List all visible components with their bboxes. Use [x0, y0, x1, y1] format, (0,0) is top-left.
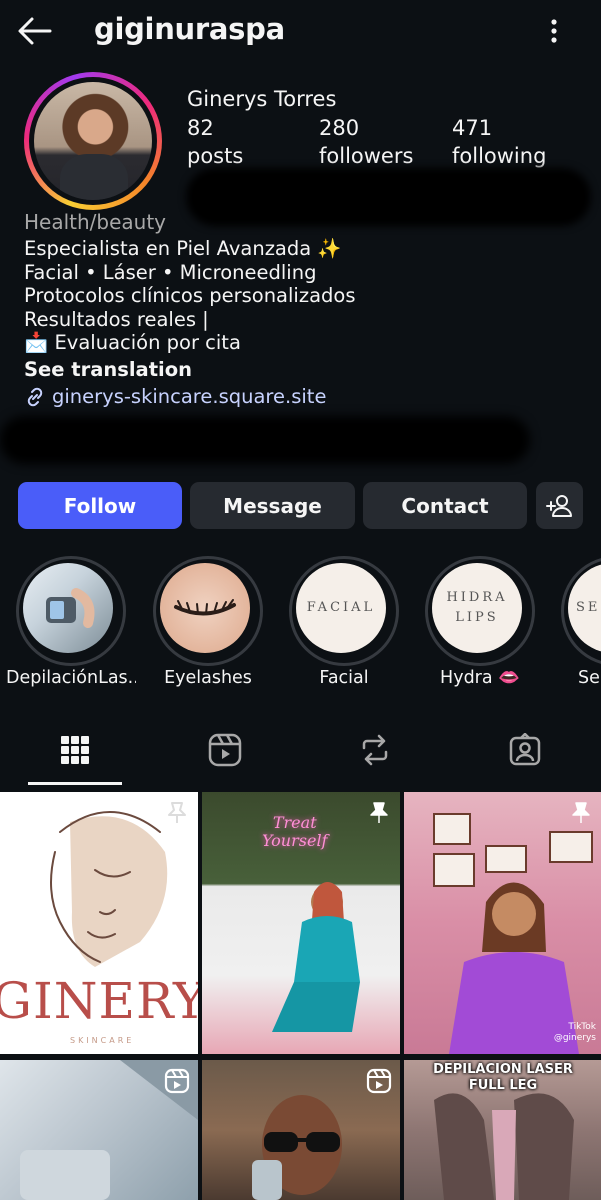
reel-icon: [366, 1068, 392, 1094]
pinned-icon: [370, 802, 388, 823]
stat-followers-label: followers: [319, 144, 414, 168]
stat-followers[interactable]: 280 followers: [319, 114, 413, 170]
bio-line: Protocolos clínicos personalizados: [24, 284, 356, 307]
overlay-line: DEPILACION LASER: [433, 1062, 573, 1077]
highlight-label: DepilaciónLas...: [6, 668, 136, 688]
tiktok-watermark: TikTok @ginerys: [554, 1022, 596, 1044]
tab-tagged[interactable]: [495, 722, 555, 778]
post-thumbnail[interactable]: Treat Yourself: [202, 792, 400, 1054]
suggested-accounts-button[interactable]: [536, 482, 583, 529]
top-bar: giginuraspa: [0, 0, 601, 62]
stat-following[interactable]: 471 following: [452, 114, 546, 170]
contact-button[interactable]: Contact: [363, 482, 527, 529]
profile-username: giginuraspa: [94, 12, 285, 46]
reposts-icon: [362, 734, 388, 766]
tab-reels[interactable]: [195, 722, 255, 778]
avatar-story-ring[interactable]: [24, 72, 162, 210]
highlight-cover-text: HIDRA LIPS: [446, 590, 508, 625]
avatar: [34, 82, 152, 200]
bio-line: Facial • Láser • Microneedling: [24, 260, 317, 284]
pinned-icon: [572, 802, 590, 823]
highlight-label: Facial: [319, 668, 369, 688]
highlight-label: Hydra 👄: [440, 668, 520, 688]
profile-full-name: Ginerys Torres: [187, 87, 337, 111]
stat-posts-count: 82: [187, 116, 214, 140]
profile-bio: Especialista en Piel Avanzada ✨ Facial •…: [24, 237, 356, 355]
reel-icon: [164, 1068, 190, 1094]
add-person-icon: [545, 494, 572, 517]
tiktok-label: TikTok: [568, 1022, 596, 1032]
profile-category: Health/beauty: [24, 210, 167, 234]
stat-posts-label: posts: [187, 144, 244, 168]
stat-followers-count: 280: [319, 116, 360, 140]
back-arrow-icon[interactable]: [16, 14, 54, 48]
tagged-icon: [509, 733, 541, 766]
highlight-cover-text: SE: [576, 600, 601, 615]
bio-line: 📩 Evaluación por cita: [24, 331, 241, 354]
bio-line: Especialista en Piel Avanzada ✨: [24, 237, 342, 260]
post-thumbnail[interactable]: GINERYS SKINCARE: [0, 792, 198, 1054]
grid-icon: [61, 736, 89, 764]
stat-posts[interactable]: 82 posts: [187, 114, 243, 170]
post-thumbnail[interactable]: DEPILACION LASER FULL LEG: [404, 1060, 601, 1200]
tab-reposts[interactable]: [345, 722, 405, 778]
link-icon: [27, 387, 43, 406]
post-thumbnail[interactable]: [0, 1060, 198, 1200]
redaction-mark: [186, 168, 591, 226]
profile-website-text: ginerys-skincare.square.site: [52, 385, 327, 408]
tiktok-handle: @ginerys: [553, 1033, 596, 1043]
post-logo-subtext: SKINCARE: [70, 1036, 135, 1045]
active-tab-indicator: [28, 782, 122, 785]
tab-posts-grid[interactable]: [45, 722, 105, 778]
overlay-line: FULL LEG: [468, 1078, 538, 1093]
stat-following-label: following: [452, 144, 547, 168]
bio-line: Resultados reales |: [24, 307, 209, 331]
see-translation-link[interactable]: See translation: [24, 358, 192, 381]
more-options-icon[interactable]: [540, 14, 568, 48]
highlight-label: Se: [578, 668, 600, 688]
post-logo-text: GINERYS: [0, 972, 198, 1030]
message-button[interactable]: Message: [190, 482, 355, 529]
highlight-cover-text: FACIAL: [306, 600, 376, 615]
post-overlay-text: DEPILACION LASER FULL LEG: [404, 1062, 601, 1094]
highlight-label: Eyelashes: [164, 668, 252, 688]
post-thumbnail[interactable]: [202, 1060, 400, 1200]
stat-following-count: 471: [452, 116, 493, 140]
follow-button[interactable]: Follow: [18, 482, 182, 529]
pinned-icon: [168, 802, 186, 823]
post-thumbnail[interactable]: TikTok @ginerys: [404, 792, 601, 1054]
redaction-mark: [0, 416, 530, 464]
reels-icon: [208, 733, 242, 767]
profile-website-link[interactable]: ginerys-skincare.square.site: [24, 385, 326, 408]
